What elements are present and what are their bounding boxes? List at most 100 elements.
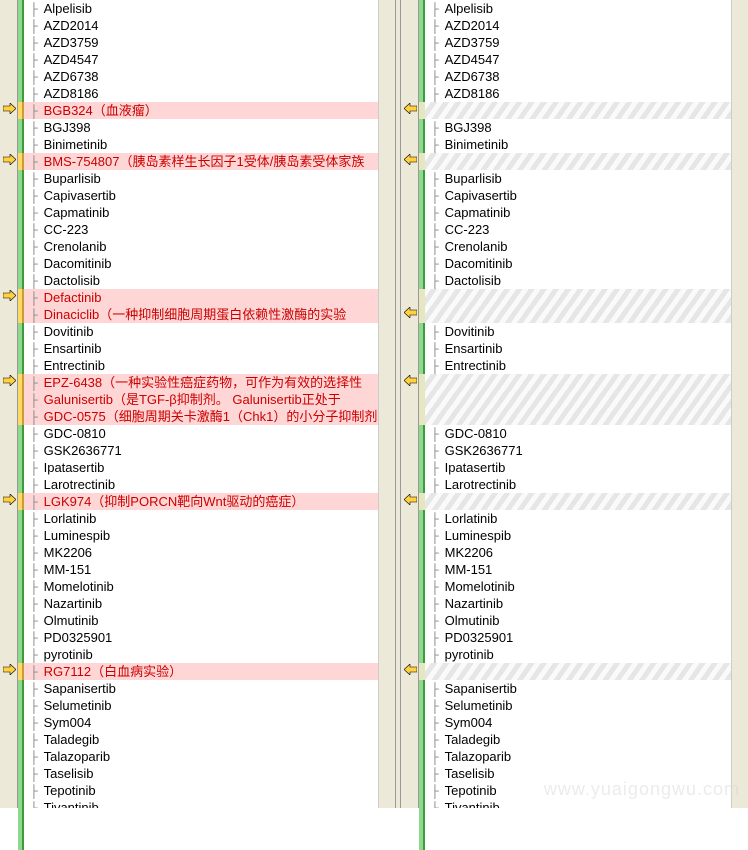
left-row[interactable]: ├ Luminespib: [24, 527, 395, 544]
left-row[interactable]: ├ Nazartinib: [24, 595, 395, 612]
diff-arrow-right-icon[interactable]: [2, 153, 16, 166]
left-row[interactable]: ├ AZD4547: [24, 51, 395, 68]
left-row[interactable]: ├ Buparlisib: [24, 170, 395, 187]
left-row[interactable]: ├ Talazoparib: [24, 748, 395, 765]
right-scrollbar[interactable]: [731, 0, 748, 808]
left-row[interactable]: ├ Olmutinib: [24, 612, 395, 629]
diff-arrow-right-icon[interactable]: [2, 289, 16, 302]
left-row[interactable]: ├ BGJ398: [24, 119, 395, 136]
left-row[interactable]: ├ GSK2636771: [24, 442, 395, 459]
left-row[interactable]: ├ Crenolanib: [24, 238, 395, 255]
left-row[interactable]: ├ Capmatinib: [24, 204, 395, 221]
left-row[interactable]: ├ Galunisertib（是TGF-β抑制剂。 Galunisertib正处…: [24, 391, 395, 408]
right-row[interactable]: ├ MK2206: [425, 544, 748, 561]
left-row[interactable]: ├ AZD3759: [24, 34, 395, 51]
left-row[interactable]: ├ Ensartinib: [24, 340, 395, 357]
right-row[interactable]: ├ pyrotinib: [425, 646, 748, 663]
diff-arrow-right-icon[interactable]: [2, 493, 16, 506]
right-row[interactable]: ├ Sapanisertib: [425, 680, 748, 697]
left-row[interactable]: ├ Tepotinib: [24, 782, 395, 799]
diff-arrow-left-icon[interactable]: [403, 306, 417, 319]
right-row[interactable]: ├ BGJ398: [425, 119, 748, 136]
right-row[interactable]: ├ GDC-0810: [425, 425, 748, 442]
right-row[interactable]: ├ Momelotinib: [425, 578, 748, 595]
diff-arrow-left-icon[interactable]: [403, 374, 417, 387]
right-row[interactable]: [425, 306, 748, 323]
diff-arrow-left-icon[interactable]: [403, 663, 417, 676]
right-row[interactable]: ├ Selumetinib: [425, 697, 748, 714]
right-row[interactable]: [425, 289, 748, 306]
right-row[interactable]: ├ Lorlatinib: [425, 510, 748, 527]
left-row[interactable]: ├ Tivantinib: [24, 799, 395, 808]
right-row[interactable]: [425, 493, 748, 510]
right-row[interactable]: ├ Sym004: [425, 714, 748, 731]
right-row[interactable]: ├ Ipatasertib: [425, 459, 748, 476]
left-row[interactable]: ├ Entrectinib: [24, 357, 395, 374]
right-row[interactable]: ├ Capivasertib: [425, 187, 748, 204]
right-row[interactable]: ├ Dovitinib: [425, 323, 748, 340]
left-row[interactable]: ├ Dactolisib: [24, 272, 395, 289]
left-row[interactable]: ├ Ipatasertib: [24, 459, 395, 476]
left-row[interactable]: ├ BGB324（血液瘤）: [24, 102, 395, 119]
diff-arrow-right-icon[interactable]: [2, 374, 16, 387]
left-row[interactable]: ├ Taselisib: [24, 765, 395, 782]
left-row[interactable]: ├ Selumetinib: [24, 697, 395, 714]
right-row[interactable]: ├ AZD4547: [425, 51, 748, 68]
left-row[interactable]: ├ pyrotinib: [24, 646, 395, 663]
left-row[interactable]: ├ RG7112（白血病实验）: [24, 663, 395, 680]
diff-arrow-right-icon[interactable]: [2, 102, 16, 115]
right-row[interactable]: ├ Taladegib: [425, 731, 748, 748]
right-row[interactable]: ├ AZD8186: [425, 85, 748, 102]
left-row[interactable]: ├ Defactinib: [24, 289, 395, 306]
right-row[interactable]: ├ Ensartinib: [425, 340, 748, 357]
left-row[interactable]: ├ AZD6738: [24, 68, 395, 85]
left-row[interactable]: ├ Alpelisib: [24, 0, 395, 17]
right-row[interactable]: ├ AZD2014: [425, 17, 748, 34]
right-content[interactable]: ├ Alpelisib├ AZD2014├ AZD3759├ AZD4547├ …: [425, 0, 748, 808]
left-row[interactable]: ├ Sapanisertib: [24, 680, 395, 697]
left-row[interactable]: ├ GDC-0575（细胞周期关卡激酶1（Chk1）的小分子抑制剂: [24, 408, 395, 425]
left-row[interactable]: ├ Lorlatinib: [24, 510, 395, 527]
right-row[interactable]: ├ Binimetinib: [425, 136, 748, 153]
left-row[interactable]: ├ BMS-754807（胰岛素样生长因子1受体/胰岛素受体家族: [24, 153, 395, 170]
right-row[interactable]: ├ Alpelisib: [425, 0, 748, 17]
right-row[interactable]: ├ Olmutinib: [425, 612, 748, 629]
right-row[interactable]: [425, 102, 748, 119]
left-row[interactable]: ├ Dovitinib: [24, 323, 395, 340]
left-row[interactable]: ├ EPZ-6438（一种实验性癌症药物，可作为有效的选择性: [24, 374, 395, 391]
left-scrollbar[interactable]: [378, 0, 395, 808]
right-row[interactable]: ├ PD0325901: [425, 629, 748, 646]
left-row[interactable]: ├ PD0325901: [24, 629, 395, 646]
left-row[interactable]: ├ AZD8186: [24, 85, 395, 102]
left-row[interactable]: ├ Dinaciclib（一种抑制细胞周期蛋白依赖性激酶的实验: [24, 306, 395, 323]
right-row[interactable]: ├ Nazartinib: [425, 595, 748, 612]
left-content[interactable]: ├ Alpelisib├ AZD2014├ AZD3759├ AZD4547├ …: [24, 0, 395, 808]
right-row[interactable]: ├ Talazoparib: [425, 748, 748, 765]
right-row[interactable]: ├ Entrectinib: [425, 357, 748, 374]
left-row[interactable]: ├ Capivasertib: [24, 187, 395, 204]
right-row[interactable]: ├ CC-223: [425, 221, 748, 238]
right-row[interactable]: [425, 153, 748, 170]
diff-arrow-left-icon[interactable]: [403, 493, 417, 506]
diff-arrow-left-icon[interactable]: [403, 153, 417, 166]
right-row[interactable]: ├ GSK2636771: [425, 442, 748, 459]
left-row[interactable]: ├ MM-151: [24, 561, 395, 578]
diff-arrow-left-icon[interactable]: [403, 102, 417, 115]
right-row[interactable]: ├ AZD3759: [425, 34, 748, 51]
right-row[interactable]: ├ Larotrectinib: [425, 476, 748, 493]
right-row[interactable]: [425, 408, 748, 425]
left-row[interactable]: ├ CC-223: [24, 221, 395, 238]
left-row[interactable]: ├ MK2206: [24, 544, 395, 561]
left-row[interactable]: ├ GDC-0810: [24, 425, 395, 442]
left-row[interactable]: ├ Taladegib: [24, 731, 395, 748]
right-row[interactable]: ├ AZD6738: [425, 68, 748, 85]
left-row[interactable]: ├ Sym004: [24, 714, 395, 731]
right-row[interactable]: [425, 374, 748, 391]
left-row[interactable]: ├ Larotrectinib: [24, 476, 395, 493]
right-row[interactable]: ├ Buparlisib: [425, 170, 748, 187]
right-row[interactable]: ├ Dactolisib: [425, 272, 748, 289]
left-row[interactable]: ├ Binimetinib: [24, 136, 395, 153]
right-row[interactable]: ├ Capmatinib: [425, 204, 748, 221]
right-row[interactable]: ├ Dacomitinib: [425, 255, 748, 272]
left-row[interactable]: ├ Momelotinib: [24, 578, 395, 595]
